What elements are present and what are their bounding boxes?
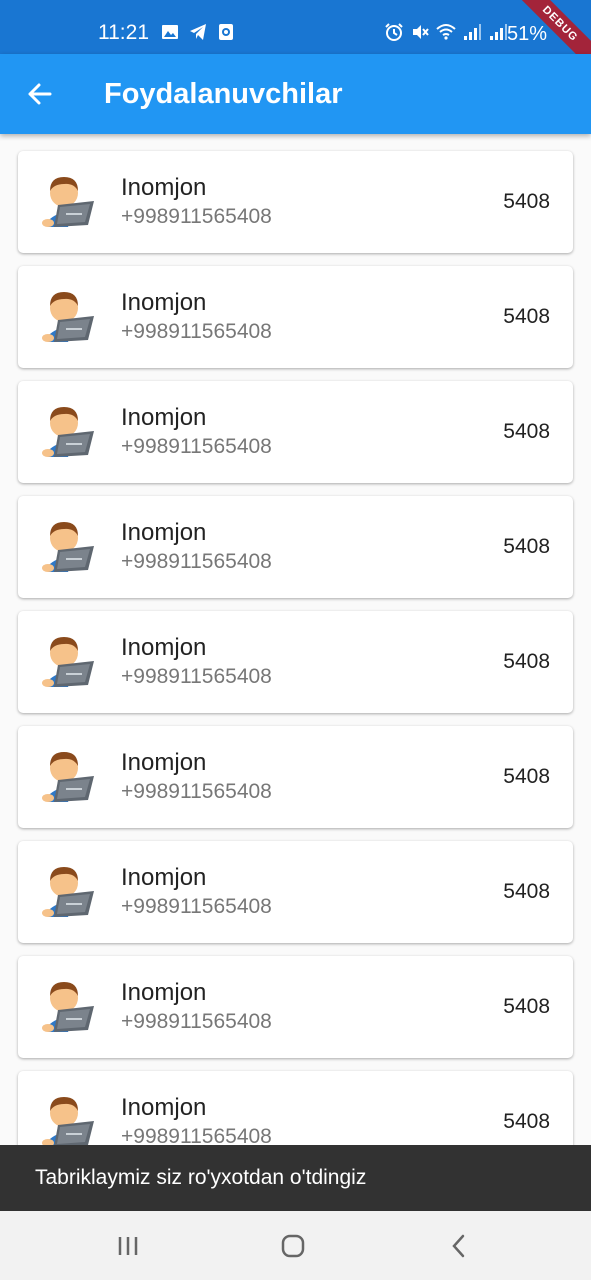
back-button[interactable]: [20, 74, 60, 114]
user-code: 5408: [503, 535, 550, 558]
user-card[interactable]: Inomjon +998911565408 5408: [18, 151, 573, 253]
person-with-laptop-icon: [38, 861, 98, 921]
user-name: Inomjon: [121, 634, 207, 661]
user-card[interactable]: Inomjon +998911565408 5408: [18, 726, 573, 828]
status-time: 11:21: [98, 21, 149, 44]
arrow-back-icon: [28, 83, 52, 105]
user-phone: +998911565408: [121, 895, 272, 918]
user-card[interactable]: Inomjon +998911565408 5408: [18, 496, 573, 598]
person-with-laptop-icon: [38, 286, 98, 346]
user-card[interactable]: Inomjon +998911565408 5408: [18, 611, 573, 713]
user-code: 5408: [503, 420, 550, 443]
person-with-laptop-icon: [38, 171, 98, 231]
recent-apps-button[interactable]: [113, 1231, 143, 1261]
user-card[interactable]: Inomjon +998911565408 5408: [18, 381, 573, 483]
person-with-laptop-icon: [38, 401, 98, 461]
user-code: 5408: [503, 190, 550, 213]
user-name: Inomjon: [121, 749, 207, 776]
signal-icon: [464, 24, 481, 40]
signal-icon: [490, 24, 507, 40]
user-phone: +998911565408: [121, 1125, 272, 1145]
user-name: Inomjon: [121, 979, 207, 1006]
mute-icon: [413, 25, 429, 39]
nav-back-button[interactable]: [444, 1231, 474, 1261]
back-icon: [452, 1234, 465, 1258]
app-notification-icon: [219, 24, 233, 40]
user-code: 5408: [503, 305, 550, 328]
status-bar: 11:21 51% DEBUG: [0, 0, 591, 78]
battery-percentage: 51%: [507, 23, 548, 45]
user-name: Inomjon: [121, 519, 207, 546]
recent-apps-icon: [118, 1237, 138, 1255]
telegram-icon: [190, 24, 206, 40]
user-code: 5408: [503, 995, 550, 1018]
user-code: 5408: [503, 650, 550, 673]
user-card[interactable]: Inomjon +998911565408 5408: [18, 266, 573, 368]
user-card[interactable]: Inomjon +998911565408 5408: [18, 956, 573, 1058]
snackbar: Tabriklaymiz siz ro'yxotdan o'tdingiz: [0, 1145, 591, 1211]
alarm-icon: [385, 23, 403, 41]
person-with-laptop-icon: [38, 746, 98, 806]
image-icon: [162, 25, 178, 39]
user-name: Inomjon: [121, 289, 207, 316]
user-name: Inomjon: [121, 404, 207, 431]
person-with-laptop-icon: [38, 631, 98, 691]
person-with-laptop-icon: [38, 1091, 98, 1145]
wifi-icon: [436, 24, 456, 40]
user-name: Inomjon: [121, 864, 207, 891]
user-code: 5408: [503, 765, 550, 788]
user-phone: +998911565408: [121, 435, 272, 458]
user-phone: +998911565408: [121, 1010, 272, 1033]
user-name: Inomjon: [121, 1094, 207, 1121]
user-card[interactable]: Inomjon +998911565408 5408: [18, 841, 573, 943]
home-button[interactable]: [278, 1231, 308, 1261]
person-with-laptop-icon: [38, 976, 98, 1036]
home-icon: [281, 1234, 305, 1258]
user-phone: +998911565408: [121, 320, 272, 343]
snackbar-message: Tabriklaymiz siz ro'yxotdan o'tdingiz: [35, 1166, 367, 1189]
system-navigation-bar: [0, 1211, 591, 1280]
user-phone: +998911565408: [121, 205, 272, 228]
user-list[interactable]: Inomjon +998911565408 5408 Inomjon +99891156…: [0, 134, 591, 1145]
page-title: Foydalanuvchilar: [104, 78, 343, 110]
user-card[interactable]: Inomjon +998911565408 5408: [18, 1071, 573, 1145]
user-code: 5408: [503, 880, 550, 903]
user-name: Inomjon: [121, 174, 207, 201]
user-code: 5408: [503, 1110, 550, 1133]
user-phone: +998911565408: [121, 550, 272, 573]
user-phone: +998911565408: [121, 665, 272, 688]
user-phone: +998911565408: [121, 780, 272, 803]
person-with-laptop-icon: [38, 516, 98, 576]
app-bar: Foydalanuvchilar: [0, 54, 591, 134]
